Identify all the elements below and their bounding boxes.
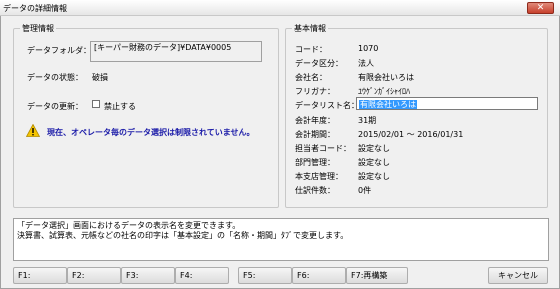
prohibit-update-checkbox[interactable] [92,100,100,108]
data-category-value: 法人 [358,59,374,68]
data-list-name-label: データリスト名： [295,101,359,110]
status-value: 破損 [92,73,108,82]
f4-button[interactable]: F4: [175,267,229,284]
message-line-2: 決算書、試算表、元帳などの社名の印字は「基本設定」の「名称・期間」ﾀﾌﾞで変更し… [17,231,349,240]
folder-path-value: [キーパー財務のデータ]¥DATA¥0005 [94,43,232,52]
furigana-label: フリガナ： [295,87,335,96]
status-label: データの状態： [27,73,83,82]
data-list-name-selected-text: 有限会社いろは [359,100,417,109]
fiscal-period-value: 2015/02/01 ～ 2016/01/31 [358,130,464,139]
data-category-label: データ区分： [295,59,343,68]
warning-icon [26,124,40,137]
update-label: データの更新： [27,102,83,111]
basic-info-title: 基本情報 [292,23,328,34]
f6-button[interactable]: F6: [292,267,346,284]
branch-value: 設定なし [358,172,390,181]
staff-code-label: 担当者コード： [295,144,351,153]
window-title: データの詳細情報 [3,4,67,13]
title-bar: データの詳細情報 ✕ [0,0,560,16]
fiscal-year-label: 会計年度： [295,116,335,125]
fiscal-period-label: 会計期間： [295,130,335,139]
folder-label: データフォルダ： [27,46,91,55]
f5-button[interactable]: F5: [238,267,292,284]
department-label: 部門管理： [295,158,335,167]
f2-button[interactable]: F2: [67,267,121,284]
journal-count-value: 0件 [358,186,372,195]
f1-button[interactable]: F1: [13,267,67,284]
staff-code-value: 設定なし [358,144,390,153]
fiscal-year-value: 31期 [358,116,377,125]
company-name-value: 有限会社いろは [358,73,414,82]
cancel-button[interactable]: キャンセル [488,267,548,284]
data-list-name-input[interactable]: 有限会社いろは [356,97,538,110]
code-value: 1070 [358,44,379,53]
management-info-title: 管理情報 [20,23,56,34]
department-value: 設定なし [358,158,390,167]
branch-label: 本支店管理： [295,172,343,181]
company-name-label: 会社名： [295,73,327,82]
message-area: 「データ選択」画面におけるデータの表示名を変更できます。 決算書、試算表、元帳な… [13,218,549,261]
close-button[interactable]: ✕ [527,2,554,14]
warning-message: 現在、オペレータ毎のデータ選択は制限されていません。 [47,128,255,137]
f3-button[interactable]: F3: [121,267,175,284]
code-label: コード： [295,45,327,54]
folder-path-field: [キーパー財務のデータ]¥DATA¥0005 [90,41,262,62]
f7-rebuild-button[interactable]: F7:再構築 [346,267,408,284]
furigana-value: ﾕｳｹﾞﾝｶﾞｲｼｬｲﾛﾊ [358,87,410,96]
message-line-1: 「データ選択」画面におけるデータの表示名を変更できます。 [17,221,241,230]
prohibit-update-label[interactable]: 禁止する [104,101,136,112]
journal-count-label: 仕訳件数： [295,186,335,195]
